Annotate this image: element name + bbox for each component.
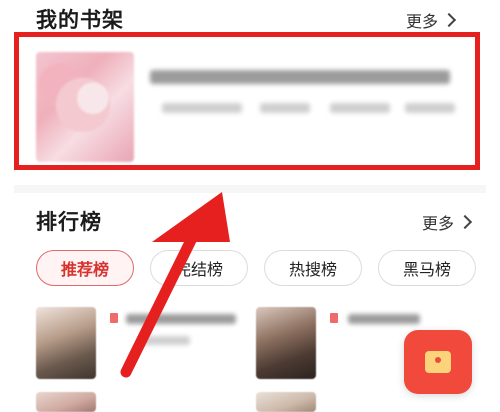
ranking-book-title-blurred[interactable] [348, 314, 420, 324]
ranking-book-cover[interactable] [256, 392, 316, 412]
ranking-book-cover[interactable] [36, 307, 96, 379]
chevron-right-icon [441, 12, 457, 28]
tab-completed[interactable]: 完结榜 [150, 250, 248, 286]
highlight-box [14, 32, 480, 170]
chevron-right-icon [457, 214, 473, 230]
ranking-title: 排行榜 [36, 210, 102, 234]
rank-badge [330, 313, 338, 323]
ranking-book-cover[interactable] [256, 307, 316, 379]
bookshelf-more-label: 更多 [406, 12, 439, 31]
rank-badge [110, 313, 118, 323]
section-divider [14, 185, 486, 193]
ranking-more-link[interactable]: 更多 [422, 210, 473, 234]
ranking-book-title-blurred[interactable] [126, 314, 236, 324]
tab-hot-search[interactable]: 热搜榜 [264, 250, 362, 286]
gift-icon [425, 351, 451, 373]
ranking-book-cover[interactable] [36, 392, 96, 412]
tab-recommended[interactable]: 推荐榜 [36, 250, 134, 286]
ranking-book-meta-blurred [140, 336, 190, 345]
ranking-more-label: 更多 [422, 214, 455, 233]
bookshelf-title: 我的书架 [36, 8, 124, 32]
bookshelf-more-link[interactable]: 更多 [406, 8, 457, 32]
tab-dark-horse[interactable]: 黑马榜 [378, 250, 476, 286]
floating-reward-button[interactable] [404, 330, 472, 394]
